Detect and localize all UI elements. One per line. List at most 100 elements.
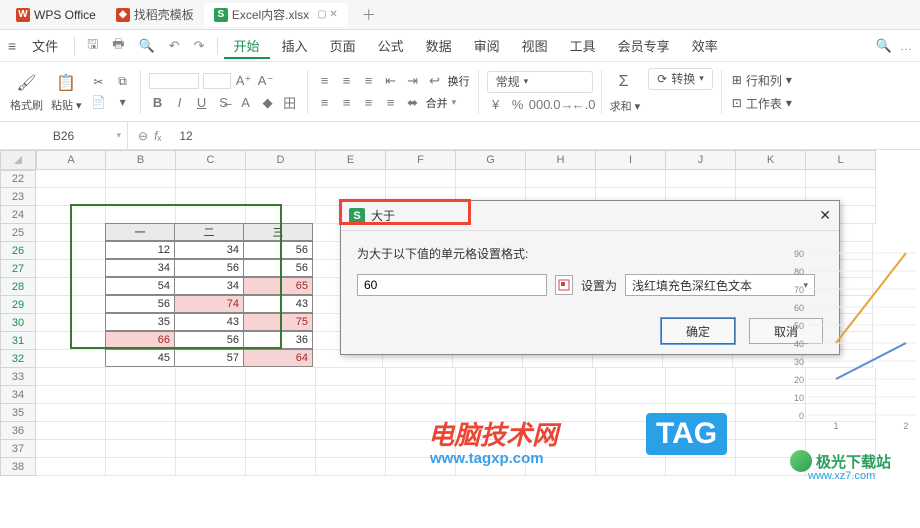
cell[interactable] bbox=[666, 458, 736, 476]
cell[interactable] bbox=[246, 206, 316, 224]
row-header[interactable]: 32 bbox=[0, 350, 36, 368]
fx-icon[interactable]: fₓ bbox=[154, 129, 161, 143]
merge-icon[interactable]: ⬌ bbox=[404, 95, 422, 111]
tab-actions[interactable]: ▢ ✕ bbox=[317, 9, 338, 20]
format-painter-icon[interactable]: 🖌 bbox=[13, 71, 41, 95]
cell[interactable] bbox=[106, 440, 176, 458]
row-header[interactable]: 33 bbox=[0, 368, 36, 386]
row-header[interactable]: 31 bbox=[0, 332, 36, 350]
cell[interactable]: 34 bbox=[174, 241, 244, 259]
cell[interactable] bbox=[316, 170, 386, 188]
cell[interactable] bbox=[176, 458, 246, 476]
col-header[interactable]: F bbox=[386, 150, 456, 170]
cell[interactable]: 57 bbox=[174, 349, 244, 367]
strike-icon[interactable]: S̶ bbox=[215, 95, 233, 111]
grow-font-icon[interactable]: A⁺ bbox=[235, 73, 253, 89]
cell[interactable] bbox=[456, 386, 526, 404]
cell[interactable] bbox=[246, 440, 316, 458]
cell[interactable] bbox=[456, 170, 526, 188]
fontcolor-icon[interactable]: A bbox=[237, 95, 255, 111]
dec-dec-icon[interactable]: ←.0 bbox=[575, 97, 593, 113]
col-header[interactable]: K bbox=[736, 150, 806, 170]
cell[interactable] bbox=[246, 170, 316, 188]
cell[interactable]: 36 bbox=[243, 331, 313, 349]
cell[interactable]: 75 bbox=[243, 313, 313, 331]
indent-dec-icon[interactable]: ⇤ bbox=[382, 73, 400, 89]
cell[interactable] bbox=[526, 368, 596, 386]
col-header[interactable]: L bbox=[806, 150, 876, 170]
cell[interactable] bbox=[176, 170, 246, 188]
tab-excel[interactable]: S Excel内容.xlsx ▢ ✕ bbox=[204, 3, 348, 27]
cell[interactable] bbox=[36, 296, 106, 314]
paste-label[interactable]: 粘贴 bbox=[51, 100, 73, 112]
cell[interactable]: 56 bbox=[174, 331, 244, 349]
fillcolor-icon[interactable]: ◆ bbox=[259, 95, 277, 111]
cell[interactable]: 54 bbox=[105, 277, 175, 295]
number-format-select[interactable]: 常规▾ bbox=[487, 71, 593, 93]
cell[interactable] bbox=[36, 278, 106, 296]
cell[interactable] bbox=[36, 386, 106, 404]
col-header[interactable]: A bbox=[36, 150, 106, 170]
row-header[interactable]: 24 bbox=[0, 206, 36, 224]
indent-inc-icon[interactable]: ⇥ bbox=[404, 73, 422, 89]
row-header[interactable]: 37 bbox=[0, 440, 36, 458]
cell[interactable] bbox=[176, 188, 246, 206]
cell[interactable] bbox=[596, 386, 666, 404]
cell[interactable]: 一 bbox=[105, 223, 175, 241]
cell[interactable]: 43 bbox=[243, 295, 313, 313]
cell[interactable] bbox=[316, 386, 386, 404]
col-header[interactable]: G bbox=[456, 150, 526, 170]
align-right-icon[interactable]: ≡ bbox=[360, 95, 378, 111]
cell[interactable] bbox=[736, 170, 806, 188]
worksheet-button[interactable]: ⊡ 工作表 ▾ bbox=[730, 94, 794, 113]
cell[interactable] bbox=[106, 386, 176, 404]
cell[interactable] bbox=[36, 422, 106, 440]
cell[interactable]: 56 bbox=[243, 259, 313, 277]
cell[interactable] bbox=[246, 422, 316, 440]
row-header[interactable]: 29 bbox=[0, 296, 36, 314]
sum-icon[interactable]: Σ bbox=[610, 70, 638, 94]
cell[interactable] bbox=[36, 206, 106, 224]
name-box[interactable]: B26▾ bbox=[0, 122, 128, 149]
cell[interactable] bbox=[386, 170, 456, 188]
shrink-font-icon[interactable]: A⁻ bbox=[257, 73, 275, 89]
cell[interactable] bbox=[106, 206, 176, 224]
redo-icon[interactable]: ↷ bbox=[188, 34, 211, 58]
col-header[interactable]: B bbox=[106, 150, 176, 170]
cell[interactable]: 56 bbox=[243, 241, 313, 259]
cell[interactable]: 34 bbox=[105, 259, 175, 277]
cell[interactable] bbox=[596, 170, 666, 188]
cell[interactable]: 56 bbox=[105, 295, 175, 313]
cell[interactable] bbox=[316, 458, 386, 476]
font-box[interactable] bbox=[149, 73, 199, 89]
convert-select[interactable]: ⟳ 转换 ▾ bbox=[648, 68, 713, 90]
cell[interactable] bbox=[806, 170, 876, 188]
sum-label[interactable]: 求和 bbox=[610, 101, 632, 113]
cell[interactable]: 56 bbox=[174, 259, 244, 277]
threshold-input[interactable] bbox=[357, 274, 547, 296]
cell[interactable] bbox=[666, 386, 736, 404]
fontsize-box[interactable] bbox=[203, 73, 231, 89]
cell[interactable] bbox=[386, 386, 456, 404]
cell[interactable] bbox=[176, 206, 246, 224]
cell[interactable] bbox=[246, 188, 316, 206]
row-header[interactable]: 34 bbox=[0, 386, 36, 404]
menu-tools[interactable]: 工具 bbox=[560, 32, 606, 59]
menu-file[interactable]: 文件 bbox=[22, 32, 68, 59]
cancel-fx-icon[interactable]: ⊖ bbox=[138, 129, 148, 143]
cell[interactable]: 三 bbox=[243, 223, 313, 241]
cell[interactable] bbox=[316, 368, 386, 386]
align-left-icon[interactable]: ≡ bbox=[316, 95, 334, 111]
range-picker-icon[interactable] bbox=[555, 275, 573, 295]
cell[interactable] bbox=[246, 386, 316, 404]
cell[interactable] bbox=[106, 404, 176, 422]
col-header[interactable]: H bbox=[526, 150, 596, 170]
cell[interactable] bbox=[36, 314, 106, 332]
cell[interactable] bbox=[316, 404, 386, 422]
col-header[interactable]: E bbox=[316, 150, 386, 170]
col-header[interactable]: I bbox=[596, 150, 666, 170]
cell[interactable] bbox=[176, 440, 246, 458]
cell[interactable] bbox=[36, 188, 106, 206]
menu-ellipsis[interactable]: … bbox=[900, 39, 912, 53]
cell[interactable] bbox=[176, 368, 246, 386]
